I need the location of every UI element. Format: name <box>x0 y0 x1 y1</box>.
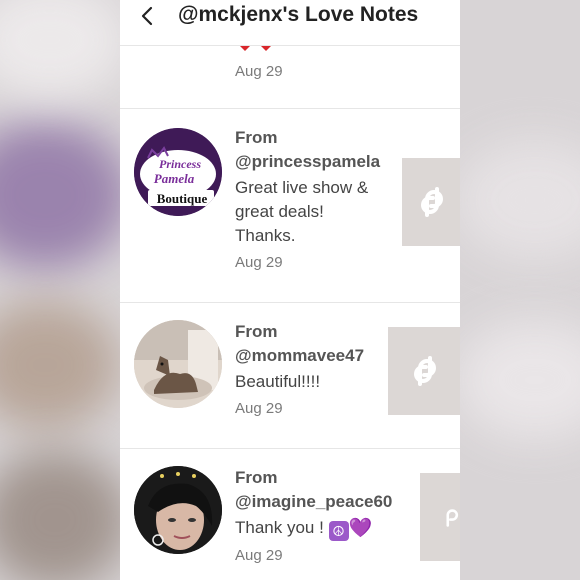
listing-thumbnail[interactable] <box>420 473 460 561</box>
from-label: From <box>235 322 278 341</box>
listing-thumbnail[interactable] <box>402 158 460 246</box>
note-body: From @imagine_peace60 Thank you ! ☮ 💜 Aug… <box>235 466 392 564</box>
poshmark-logo-icon <box>446 509 459 527</box>
princess-pamela-logo-icon: Princess Pamela Boutique <box>134 128 222 216</box>
note-date: Aug 29 <box>235 63 283 80</box>
note-message: Thank you ! ☮ 💜 <box>235 518 373 541</box>
divider <box>120 302 460 303</box>
svg-text:Princess: Princess <box>159 157 201 171</box>
back-arrow-icon[interactable] <box>136 4 160 28</box>
note-message: Great live show & great deals! Thanks. <box>235 178 369 245</box>
from-label: From <box>235 468 278 487</box>
poshmark-logo-icon <box>421 187 443 217</box>
avatar[interactable]: Princess Pamela Boutique <box>134 128 222 216</box>
header: @mckjenx's Love Notes <box>120 0 460 46</box>
from-label: From <box>235 128 278 147</box>
divider <box>120 108 460 109</box>
svg-text:Boutique: Boutique <box>157 191 208 206</box>
note-body: From @mommavee47 Beautiful!!!! Aug 29 <box>235 320 364 417</box>
purple-heart-icon: 💜 <box>348 518 373 539</box>
divider <box>120 448 460 449</box>
dog-photo-icon <box>134 320 222 408</box>
note-body: From @princesspamela Great live show & g… <box>235 126 380 271</box>
poshmark-logo-icon <box>414 356 436 386</box>
peace-symbol-icon: ☮ <box>328 521 349 541</box>
note-date: Aug 29 <box>235 547 283 564</box>
note-date: Aug 29 <box>235 400 283 417</box>
svg-text:Pamela: Pamela <box>154 171 195 186</box>
profile-photo-icon <box>134 466 222 554</box>
listing-thumbnail[interactable] <box>388 327 460 415</box>
love-notes-screen: @mckjenx's Love Notes Aug 29 Princess Pa… <box>120 0 460 580</box>
sender-handle[interactable]: @mommavee47 <box>235 344 364 368</box>
note-date: Aug 29 <box>235 254 283 271</box>
avatar[interactable] <box>134 466 222 554</box>
note-message: Beautiful!!!! <box>235 372 321 391</box>
page-title: @mckjenx's Love Notes <box>178 3 419 26</box>
avatar[interactable] <box>134 320 222 408</box>
sender-handle[interactable]: @princesspamela <box>235 150 380 174</box>
sender-handle[interactable]: @imagine_peace60 <box>235 490 392 514</box>
